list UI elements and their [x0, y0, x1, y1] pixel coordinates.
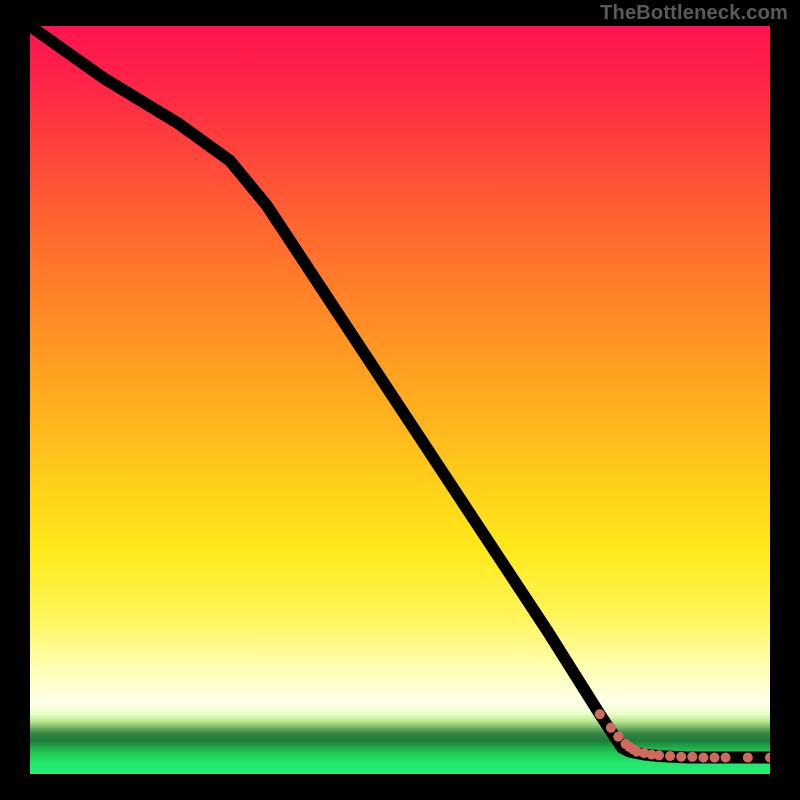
data-marker — [654, 750, 664, 760]
data-marker — [606, 723, 616, 733]
data-marker — [721, 752, 731, 762]
data-marker — [665, 751, 675, 761]
marker-group — [595, 709, 770, 763]
watermark-text: TheBottleneck.com — [600, 2, 788, 25]
data-marker — [595, 709, 605, 719]
data-marker — [687, 752, 697, 762]
data-marker — [709, 752, 719, 762]
chart-frame: TheBottleneck.com — [0, 0, 800, 800]
chart-svg — [30, 26, 770, 774]
data-marker — [743, 752, 753, 762]
curve-line — [30, 26, 770, 758]
data-marker — [613, 732, 623, 742]
data-marker — [676, 752, 686, 762]
plot-area — [30, 26, 770, 774]
data-marker — [698, 752, 708, 762]
